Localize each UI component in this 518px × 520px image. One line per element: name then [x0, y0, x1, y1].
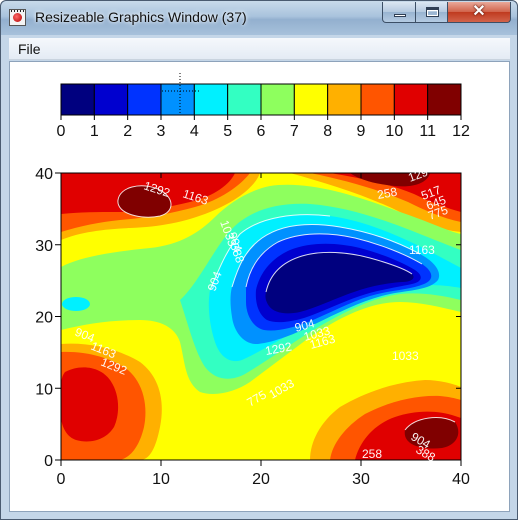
y-tick-label: 20	[35, 310, 53, 327]
close-icon: ✕	[472, 3, 486, 20]
colorbar-cell	[427, 83, 462, 116]
graphics-canvas[interactable]: 0 1 2 3 4 5 6 7 8 9 10 11 12 0 10 20 30 …	[9, 61, 510, 512]
maximize-button[interactable]	[415, 2, 448, 23]
colorbar-tick-label: 2	[123, 123, 132, 140]
colorbar-cell	[93, 83, 129, 116]
x-tick-label: 40	[452, 471, 470, 488]
colorbar-tick-label: 9	[357, 123, 366, 140]
y-tick-label: 40	[35, 166, 53, 183]
x-tick-label: 20	[252, 471, 270, 488]
minimize-icon	[394, 14, 406, 17]
y-tick-label: 10	[35, 381, 53, 398]
colorbar-cell	[293, 83, 329, 116]
colorbar-tick-label: 3	[157, 123, 166, 140]
minimize-button[interactable]	[382, 2, 416, 23]
colorbar-ticks: 0 1 2 3 4 5 6 7 8 9 10 11 12	[57, 115, 470, 140]
colorbar-cell	[360, 83, 395, 116]
close-button[interactable]: ✕	[447, 2, 511, 23]
colorbar-cell	[127, 83, 162, 116]
contour-label: 1163	[409, 243, 435, 257]
colorbar-cell	[260, 83, 295, 116]
colorbar-tick-label: 12	[452, 123, 470, 140]
y-tick-label: 0	[44, 453, 53, 470]
window-title: Resizeable Graphics Window (37)	[35, 9, 247, 25]
colorbar-tick-label: 1	[90, 123, 99, 140]
colorbar-cell	[193, 83, 229, 116]
colorbar	[60, 83, 462, 116]
maximize-icon	[426, 7, 439, 17]
menu-file[interactable]: File	[16, 41, 43, 57]
colorbar-cell	[393, 83, 429, 116]
colorbar-cell	[327, 83, 362, 116]
contour-label: 1033	[392, 349, 419, 363]
colorbar-tick-label: 10	[385, 123, 403, 140]
x-tick-label: 30	[352, 471, 370, 488]
colorbar-cell	[160, 83, 195, 116]
colorbar-cell	[227, 83, 262, 116]
colorbar-tick-label: 7	[290, 123, 299, 140]
colorbar-tick-label: 0	[57, 123, 66, 140]
title-bar[interactable]: Resizeable Graphics Window (37) ✕	[1, 1, 517, 35]
contour-plot	[61, 173, 461, 460]
colorbar-tick-label: 8	[323, 123, 332, 140]
colorbar-tick-label: 6	[257, 123, 266, 140]
menu-bar: File	[9, 38, 510, 60]
colorbar-tick-label: 11	[419, 123, 436, 140]
app-window: Resizeable Graphics Window (37) ✕ File 0…	[0, 0, 518, 520]
plot-svg: 0 1 2 3 4 5 6 7 8 9 10 11 12 0 10 20 30 …	[35, 73, 470, 488]
colorbar-tick-label: 5	[223, 123, 232, 140]
colorbar-cell	[60, 83, 95, 116]
app-window-icon[interactable]	[9, 9, 26, 26]
x-tick-label: 0	[57, 471, 66, 488]
contour-label: 258	[362, 447, 382, 461]
x-tick-label: 10	[152, 471, 170, 488]
y-tick-label: 30	[35, 238, 53, 255]
colorbar-tick-label: 4	[190, 123, 199, 140]
